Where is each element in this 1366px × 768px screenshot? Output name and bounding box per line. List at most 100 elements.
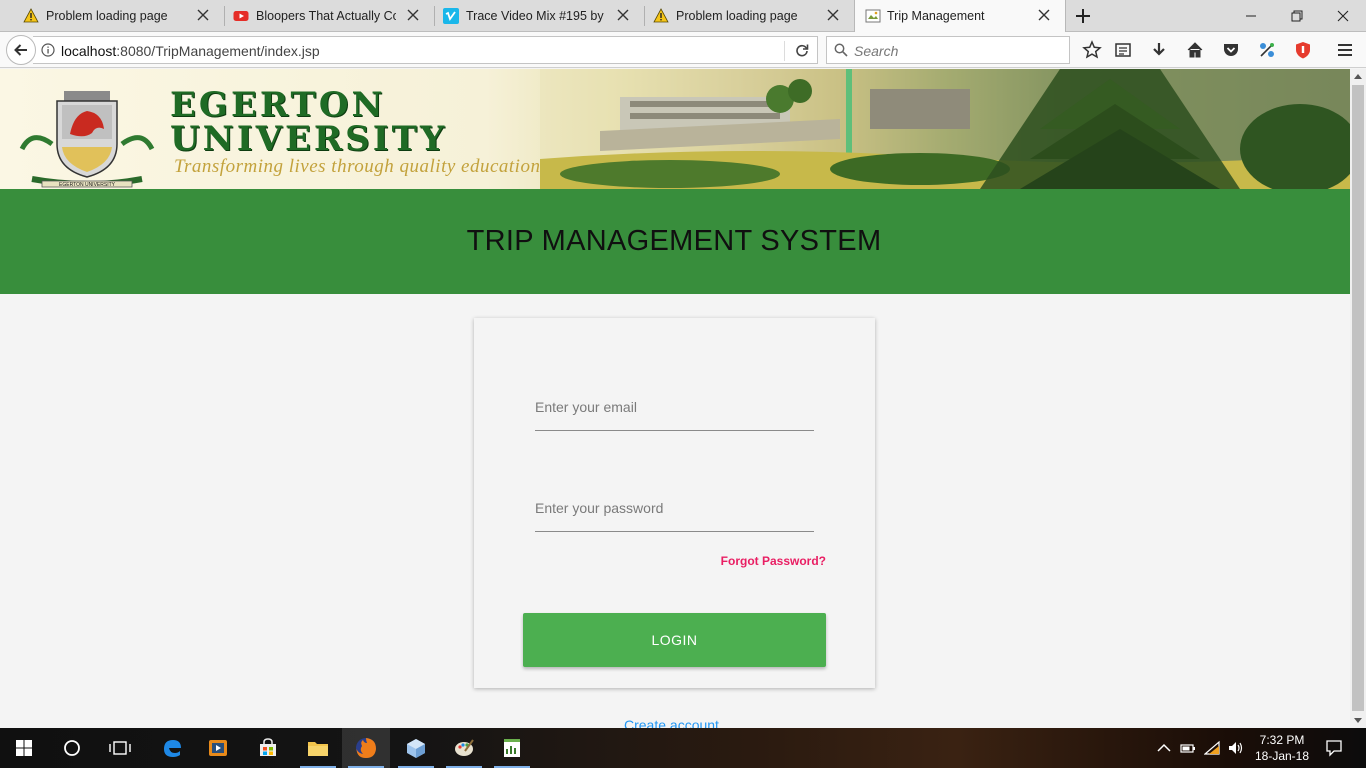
- tab-title: Problem loading page: [676, 9, 798, 23]
- search-icon: [834, 43, 848, 57]
- scroll-thumb[interactable]: [1352, 85, 1364, 711]
- taskbar-firefox[interactable]: [342, 728, 390, 768]
- university-tagline: Transforming lives through quality educa…: [174, 156, 541, 177]
- shield-icon[interactable]: [1293, 40, 1313, 60]
- download-icon[interactable]: [1149, 40, 1169, 60]
- clock-time: 7:32 PM: [1259, 733, 1305, 747]
- page-viewport: EGERTON UNIVERSITY EGERTON UNIVERSITY Tr…: [0, 69, 1350, 728]
- taskbar-cube-app[interactable]: [392, 728, 440, 768]
- notepad-chart-icon: [504, 739, 520, 757]
- new-tab-icon[interactable]: [1073, 6, 1093, 26]
- crest-caption: EGERTON UNIVERSITY: [59, 182, 116, 188]
- campus-photo: [540, 69, 1350, 189]
- info-icon[interactable]: [41, 43, 55, 57]
- reading-list-icon[interactable]: [1113, 40, 1133, 60]
- menu-icon[interactable]: [1335, 40, 1355, 60]
- login-card: Forgot Password? LOGIN: [474, 318, 875, 688]
- taskbar-store[interactable]: [244, 728, 292, 768]
- cortana-circle-icon: [64, 740, 80, 756]
- tab-title: Trace Video Mix #195 by Voc: [466, 9, 606, 23]
- system-title-bar: TRIP MANAGEMENT SYSTEM: [0, 189, 1350, 294]
- tab-problem-loading-1[interactable]: Problem loading page: [0, 0, 224, 32]
- login-button[interactable]: LOGIN: [523, 613, 826, 667]
- password-field[interactable]: [535, 488, 814, 528]
- windows-logo-icon: [16, 740, 32, 756]
- tab-title: Bloopers That Actually Cost: [256, 9, 396, 23]
- navigation-bar: localhost:8080/TripManagement/index.jsp …: [0, 32, 1366, 68]
- battery-icon[interactable]: [1180, 740, 1196, 756]
- forgot-password-link[interactable]: Forgot Password?: [721, 554, 826, 568]
- youtube-icon: [233, 11, 249, 21]
- reload-icon[interactable]: [795, 43, 809, 57]
- edge-browser-icon: [164, 740, 181, 757]
- tab-strip: Problem loading page Bloopers That Actua…: [0, 0, 1366, 33]
- page-title: TRIP MANAGEMENT SYSTEM: [466, 225, 882, 257]
- bookmark-star-icon[interactable]: [1082, 40, 1102, 60]
- folder-icon: [308, 742, 328, 756]
- tab-title: Trip Management: [887, 9, 985, 23]
- warning-icon: [653, 8, 669, 23]
- search-bar[interactable]: Search: [826, 36, 1070, 64]
- start-button[interactable]: [0, 728, 48, 768]
- firefox-icon: [356, 738, 376, 758]
- tab-bloopers[interactable]: Bloopers That Actually Cost: [210, 0, 434, 32]
- taskbar-file-explorer[interactable]: [294, 728, 342, 768]
- warning-icon: [23, 8, 39, 23]
- close-icon[interactable]: [196, 8, 210, 22]
- windows-taskbar: 7:32 PM 18-Jan-18: [0, 728, 1366, 768]
- taskbar-paint-app[interactable]: [440, 728, 488, 768]
- search-placeholder: Search: [854, 43, 899, 59]
- clock-date: 18-Jan-18: [1254, 749, 1310, 763]
- system-clock[interactable]: 7:32 PM 18-Jan-18: [1244, 732, 1320, 764]
- university-banner: EGERTON UNIVERSITY EGERTON UNIVERSITY Tr…: [0, 69, 1350, 189]
- taskbar-media-player[interactable]: [194, 728, 242, 768]
- vimeo-icon: [443, 8, 459, 24]
- close-icon[interactable]: [826, 8, 840, 22]
- url-text[interactable]: localhost:8080/TripManagement/index.jsp: [61, 43, 320, 59]
- cube-app-icon: [407, 739, 425, 758]
- close-icon: [1337, 10, 1349, 22]
- task-view-button[interactable]: [96, 728, 144, 768]
- chevron-up-icon: [1354, 74, 1362, 79]
- url-path: :8080/TripManagement/index.jsp: [116, 43, 320, 59]
- vertical-scrollbar[interactable]: [1350, 69, 1366, 728]
- restore-icon: [1291, 10, 1303, 22]
- url-bar[interactable]: localhost:8080/TripManagement/index.jsp: [33, 36, 818, 64]
- back-button[interactable]: [6, 35, 36, 65]
- page-icon: [865, 9, 881, 23]
- pocket-icon[interactable]: [1221, 40, 1241, 60]
- minimize-button[interactable]: [1228, 0, 1274, 32]
- email-field[interactable]: [535, 387, 814, 427]
- university-crest-logo: EGERTON UNIVERSITY: [19, 91, 155, 188]
- wifi-icon[interactable]: [1204, 740, 1220, 756]
- create-account-link[interactable]: Create account: [624, 717, 719, 728]
- notification-center-icon[interactable]: [1325, 739, 1343, 757]
- chevron-up-icon[interactable]: [1156, 740, 1172, 756]
- scroll-up-button[interactable]: [1350, 69, 1366, 83]
- task-view-icon: [109, 741, 131, 755]
- paint-palette-icon: [455, 739, 474, 756]
- close-icon[interactable]: [406, 8, 420, 22]
- extension-icon[interactable]: [1257, 40, 1277, 60]
- volume-icon[interactable]: [1228, 740, 1244, 756]
- close-icon[interactable]: [1037, 8, 1051, 22]
- close-window-button[interactable]: [1320, 0, 1366, 32]
- cortana-button[interactable]: [48, 728, 96, 768]
- back-arrow-icon: [14, 44, 27, 56]
- taskbar-notepad-app[interactable]: [488, 728, 536, 768]
- close-icon[interactable]: [616, 8, 630, 22]
- home-icon[interactable]: [1185, 40, 1205, 60]
- media-player-icon: [209, 740, 227, 756]
- university-name-line2: UNIVERSITY: [170, 119, 448, 159]
- tab-problem-loading-2[interactable]: Problem loading page: [630, 0, 854, 32]
- scroll-down-button[interactable]: [1350, 714, 1366, 728]
- taskbar-edge[interactable]: [148, 728, 196, 768]
- tab-trace-video[interactable]: Trace Video Mix #195 by Voc: [420, 0, 644, 32]
- url-host: localhost: [61, 43, 117, 59]
- tab-trip-management[interactable]: Trip Management: [854, 0, 1066, 33]
- store-bag-icon: [260, 738, 276, 756]
- minimize-icon: [1246, 15, 1256, 17]
- restore-button[interactable]: [1274, 0, 1320, 32]
- password-field-wrapper: [535, 488, 814, 532]
- email-field-wrapper: [535, 387, 814, 431]
